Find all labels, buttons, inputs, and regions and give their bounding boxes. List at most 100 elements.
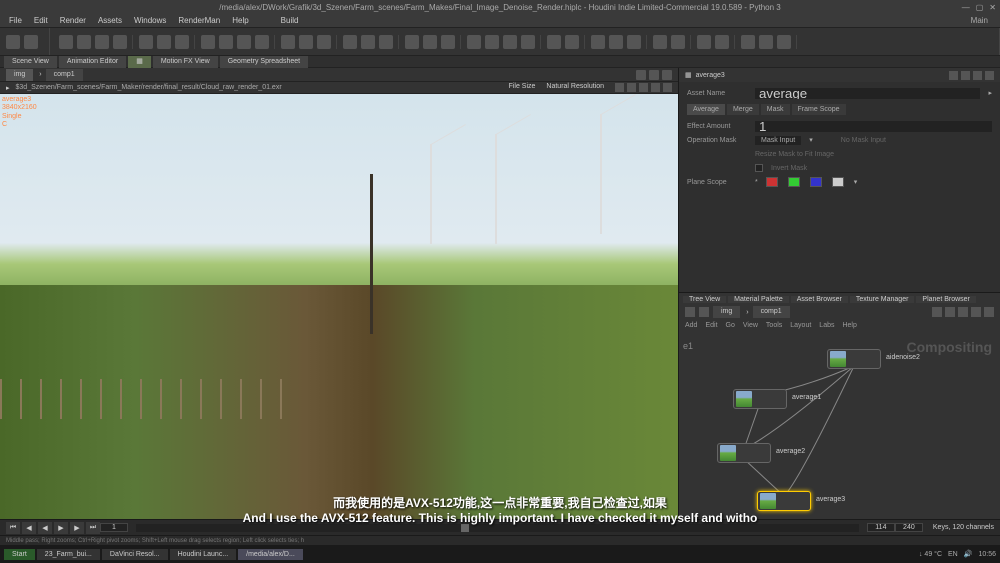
shelf-tool-icon[interactable] bbox=[299, 35, 313, 49]
taskbar-app[interactable]: 23_Farm_bui... bbox=[37, 549, 100, 560]
param-tab-average[interactable]: Average bbox=[687, 104, 725, 115]
menu-edit[interactable]: Edit bbox=[29, 16, 53, 25]
chevron-down-icon[interactable]: ▾ bbox=[854, 178, 858, 186]
play-button[interactable]: ▶ bbox=[54, 522, 68, 534]
shelf-tool-icon[interactable] bbox=[609, 35, 623, 49]
shelf-tool-icon[interactable] bbox=[521, 35, 535, 49]
effect-amount-input[interactable] bbox=[755, 121, 992, 132]
shelf-tool-icon[interactable] bbox=[139, 35, 153, 49]
color-swatch-r[interactable] bbox=[766, 177, 778, 187]
shelf-tool-icon[interactable] bbox=[157, 35, 171, 49]
vp-tool-icon[interactable] bbox=[615, 83, 624, 92]
color-swatch-g[interactable] bbox=[788, 177, 800, 187]
node-average1[interactable]: average1 bbox=[733, 389, 787, 409]
net-menu-add[interactable]: Add bbox=[685, 322, 697, 329]
shelf-tool-icon[interactable] bbox=[201, 35, 215, 49]
shelf-tool-icon[interactable] bbox=[485, 35, 499, 49]
shelf-tool-icon[interactable] bbox=[671, 35, 685, 49]
shelf-tool-icon[interactable] bbox=[77, 35, 91, 49]
shelf-tool-icon[interactable] bbox=[281, 35, 295, 49]
taskbar-app-active[interactable]: /media/alex/D... bbox=[238, 549, 303, 560]
net-menu-view[interactable]: View bbox=[743, 322, 758, 329]
context-tab-comp1[interactable]: comp1 bbox=[46, 69, 83, 81]
asset-name-input[interactable] bbox=[755, 88, 980, 99]
net-tool-icon[interactable] bbox=[958, 307, 968, 317]
tray-icon[interactable]: EN bbox=[948, 551, 958, 558]
shelf-tool-icon[interactable] bbox=[379, 35, 393, 49]
menu-assets[interactable]: Assets bbox=[93, 16, 127, 25]
vp-tool-icon[interactable] bbox=[649, 70, 659, 80]
shelf-tool-icon[interactable] bbox=[95, 35, 109, 49]
shelf-tool-icon[interactable] bbox=[715, 35, 729, 49]
vp-tool-icon[interactable] bbox=[662, 70, 672, 80]
shelf-tool-icon[interactable] bbox=[175, 35, 189, 49]
frame-end-input[interactable] bbox=[895, 523, 923, 532]
forward-icon[interactable] bbox=[699, 307, 709, 317]
net-tool-icon[interactable] bbox=[971, 307, 981, 317]
scope-all[interactable]: * bbox=[755, 179, 758, 186]
info-icon[interactable] bbox=[961, 71, 970, 80]
minimize-icon[interactable]: — bbox=[962, 3, 970, 12]
shelf-tool-icon[interactable] bbox=[317, 35, 331, 49]
prev-frame-button[interactable]: ◀ bbox=[22, 522, 36, 534]
chevron-down-icon[interactable]: ▾ bbox=[809, 136, 813, 144]
net-menu-go[interactable]: Go bbox=[726, 322, 735, 329]
shelf-tool-icon[interactable] bbox=[59, 35, 73, 49]
context-tab-img[interactable]: img bbox=[6, 69, 33, 81]
shelf-tool-icon[interactable] bbox=[591, 35, 605, 49]
tray-icon[interactable]: 🔊 bbox=[964, 550, 973, 558]
net-tab-asset[interactable]: Asset Browser bbox=[791, 296, 848, 303]
vp-tool-icon[interactable] bbox=[639, 83, 648, 92]
net-tab-planet[interactable]: Planet Browser bbox=[916, 296, 975, 303]
net-tab-tree[interactable]: Tree View bbox=[683, 296, 726, 303]
net-tab-texture[interactable]: Texture Manager bbox=[850, 296, 915, 303]
desktop-label[interactable]: Main bbox=[971, 16, 996, 25]
param-tab-mask[interactable]: Mask bbox=[761, 104, 790, 115]
chevron-right-icon[interactable]: ▸ bbox=[988, 89, 992, 97]
vp-tool-icon[interactable] bbox=[636, 70, 646, 80]
color-swatch-a[interactable] bbox=[832, 177, 844, 187]
help-icon[interactable] bbox=[985, 71, 994, 80]
menu-render[interactable]: Render bbox=[55, 16, 91, 25]
color-swatch-b[interactable] bbox=[810, 177, 822, 187]
flag-icon[interactable] bbox=[973, 71, 982, 80]
net-menu-edit[interactable]: Edit bbox=[705, 322, 717, 329]
menu-help[interactable]: Help bbox=[227, 16, 253, 25]
shelf-tool-icon[interactable] bbox=[361, 35, 375, 49]
menu-renderman[interactable]: RenderMan bbox=[173, 16, 225, 25]
tab-geo-spreadsheet[interactable]: Geometry Spreadsheet bbox=[220, 56, 308, 68]
gear-icon[interactable] bbox=[949, 71, 958, 80]
node-aidenoise2[interactable]: aidenoise2 bbox=[827, 349, 881, 369]
shelf-tool-icon[interactable] bbox=[627, 35, 641, 49]
shelf-tool-icon[interactable] bbox=[343, 35, 357, 49]
net-menu-tools[interactable]: Tools bbox=[766, 322, 782, 329]
shelf-tool-icon[interactable] bbox=[113, 35, 127, 49]
shelf-tool-icon[interactable] bbox=[405, 35, 419, 49]
tab-anim-editor[interactable]: Animation Editor bbox=[59, 56, 126, 68]
shelf-tool-icon[interactable] bbox=[24, 35, 38, 49]
node-average2[interactable]: average2 bbox=[717, 443, 771, 463]
shelf-tool-icon[interactable] bbox=[237, 35, 251, 49]
first-frame-button[interactable]: ⏮ bbox=[6, 522, 20, 534]
net-tool-icon[interactable] bbox=[984, 307, 994, 317]
next-frame-button[interactable]: ▶ bbox=[70, 522, 84, 534]
shelf-tool-icon[interactable] bbox=[565, 35, 579, 49]
mask-input-dropdown[interactable]: Mask Input bbox=[755, 136, 801, 145]
frame-start-input[interactable] bbox=[100, 523, 128, 532]
param-tab-frame-scope[interactable]: Frame Scope bbox=[792, 104, 846, 115]
shelf-tool-icon[interactable] bbox=[697, 35, 711, 49]
shelf-tool-icon[interactable] bbox=[741, 35, 755, 49]
shelf-tool-icon[interactable] bbox=[503, 35, 517, 49]
node-average3[interactable]: average3 bbox=[757, 491, 811, 511]
menu-windows[interactable]: Windows bbox=[129, 16, 171, 25]
net-tool-icon[interactable] bbox=[945, 307, 955, 317]
net-tab-material[interactable]: Material Palette bbox=[728, 296, 789, 303]
net-menu-layout[interactable]: Layout bbox=[790, 322, 811, 329]
shelf-tool-icon[interactable] bbox=[547, 35, 561, 49]
tab-scene-view[interactable]: Scene View bbox=[4, 56, 57, 68]
vp-tool-icon[interactable] bbox=[627, 83, 636, 92]
vp-opt[interactable]: Natural Resolution bbox=[546, 83, 604, 92]
taskbar-app[interactable]: Houdini Launc... bbox=[170, 549, 237, 560]
back-icon[interactable] bbox=[685, 307, 695, 317]
tab-motion-fx[interactable]: Motion FX View bbox=[153, 56, 218, 68]
